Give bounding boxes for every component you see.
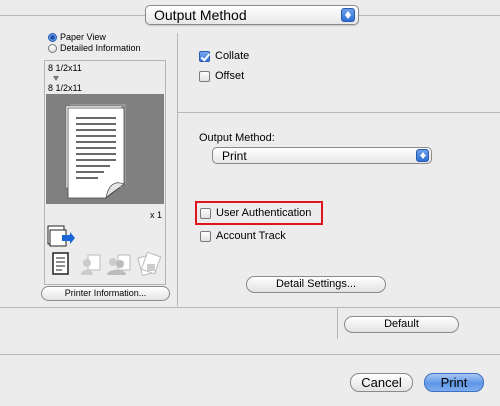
detailed-information-label: Detailed Information [60,43,141,53]
offset-checkbox[interactable] [199,70,210,82]
top-divider-right [359,15,500,16]
collate-label: Collate [215,50,250,62]
arrow-down-icon [53,76,59,81]
collate-checkbox[interactable] [199,50,210,62]
paper-view-radio[interactable] [48,32,57,42]
offset-label: Offset [215,70,245,82]
secure-print-icon [137,252,162,276]
paper-view-label: Paper View [60,32,106,42]
default-button[interactable]: Default [344,316,459,333]
collate-option[interactable]: Collate [199,50,249,62]
account-track-checkbox[interactable] [200,230,211,242]
paper-view-option[interactable]: Paper View [48,32,106,42]
section-divider [0,307,500,308]
default-divider [337,307,338,339]
panel-popup-label: Output Method [154,7,247,23]
paper-size-original: 8 1/2x11 [48,63,82,73]
group-user-icon [107,254,131,275]
output-method-select[interactable]: Print [212,147,432,164]
stacked-pages-icon [65,104,126,200]
paper-size-output: 8 1/2x11 [48,83,82,93]
top-divider-left [0,15,145,16]
document-icon [52,252,69,275]
detailed-information-radio[interactable] [48,43,57,53]
user-document-icon [81,254,101,275]
printer-information-button[interactable]: Printer Information... [41,286,170,301]
user-authentication-option[interactable]: User Authentication [200,207,311,219]
right-divider [177,112,500,113]
popup-arrows-icon [416,149,429,162]
offset-option[interactable]: Offset [199,70,244,82]
user-authentication-label: User Authentication [216,207,312,219]
page-preview-area [46,94,164,204]
account-track-option[interactable]: Account Track [200,230,286,242]
output-tray-icon [47,225,75,247]
detailed-information-option[interactable]: Detailed Information [48,43,141,53]
panel-divider [177,33,178,306]
print-button[interactable]: Print [424,373,484,392]
popup-arrows-icon [341,8,355,22]
account-track-label: Account Track [216,230,286,242]
output-method-panel-popup[interactable]: Output Method [145,5,359,25]
output-method-value: Print [222,149,247,163]
copy-count: x 1 [150,210,163,220]
footer-divider [0,354,500,355]
cancel-button[interactable]: Cancel [350,373,413,392]
user-authentication-checkbox[interactable] [200,207,211,219]
output-method-label: Output Method: [199,132,275,144]
detail-settings-button[interactable]: Detail Settings... [246,276,386,293]
